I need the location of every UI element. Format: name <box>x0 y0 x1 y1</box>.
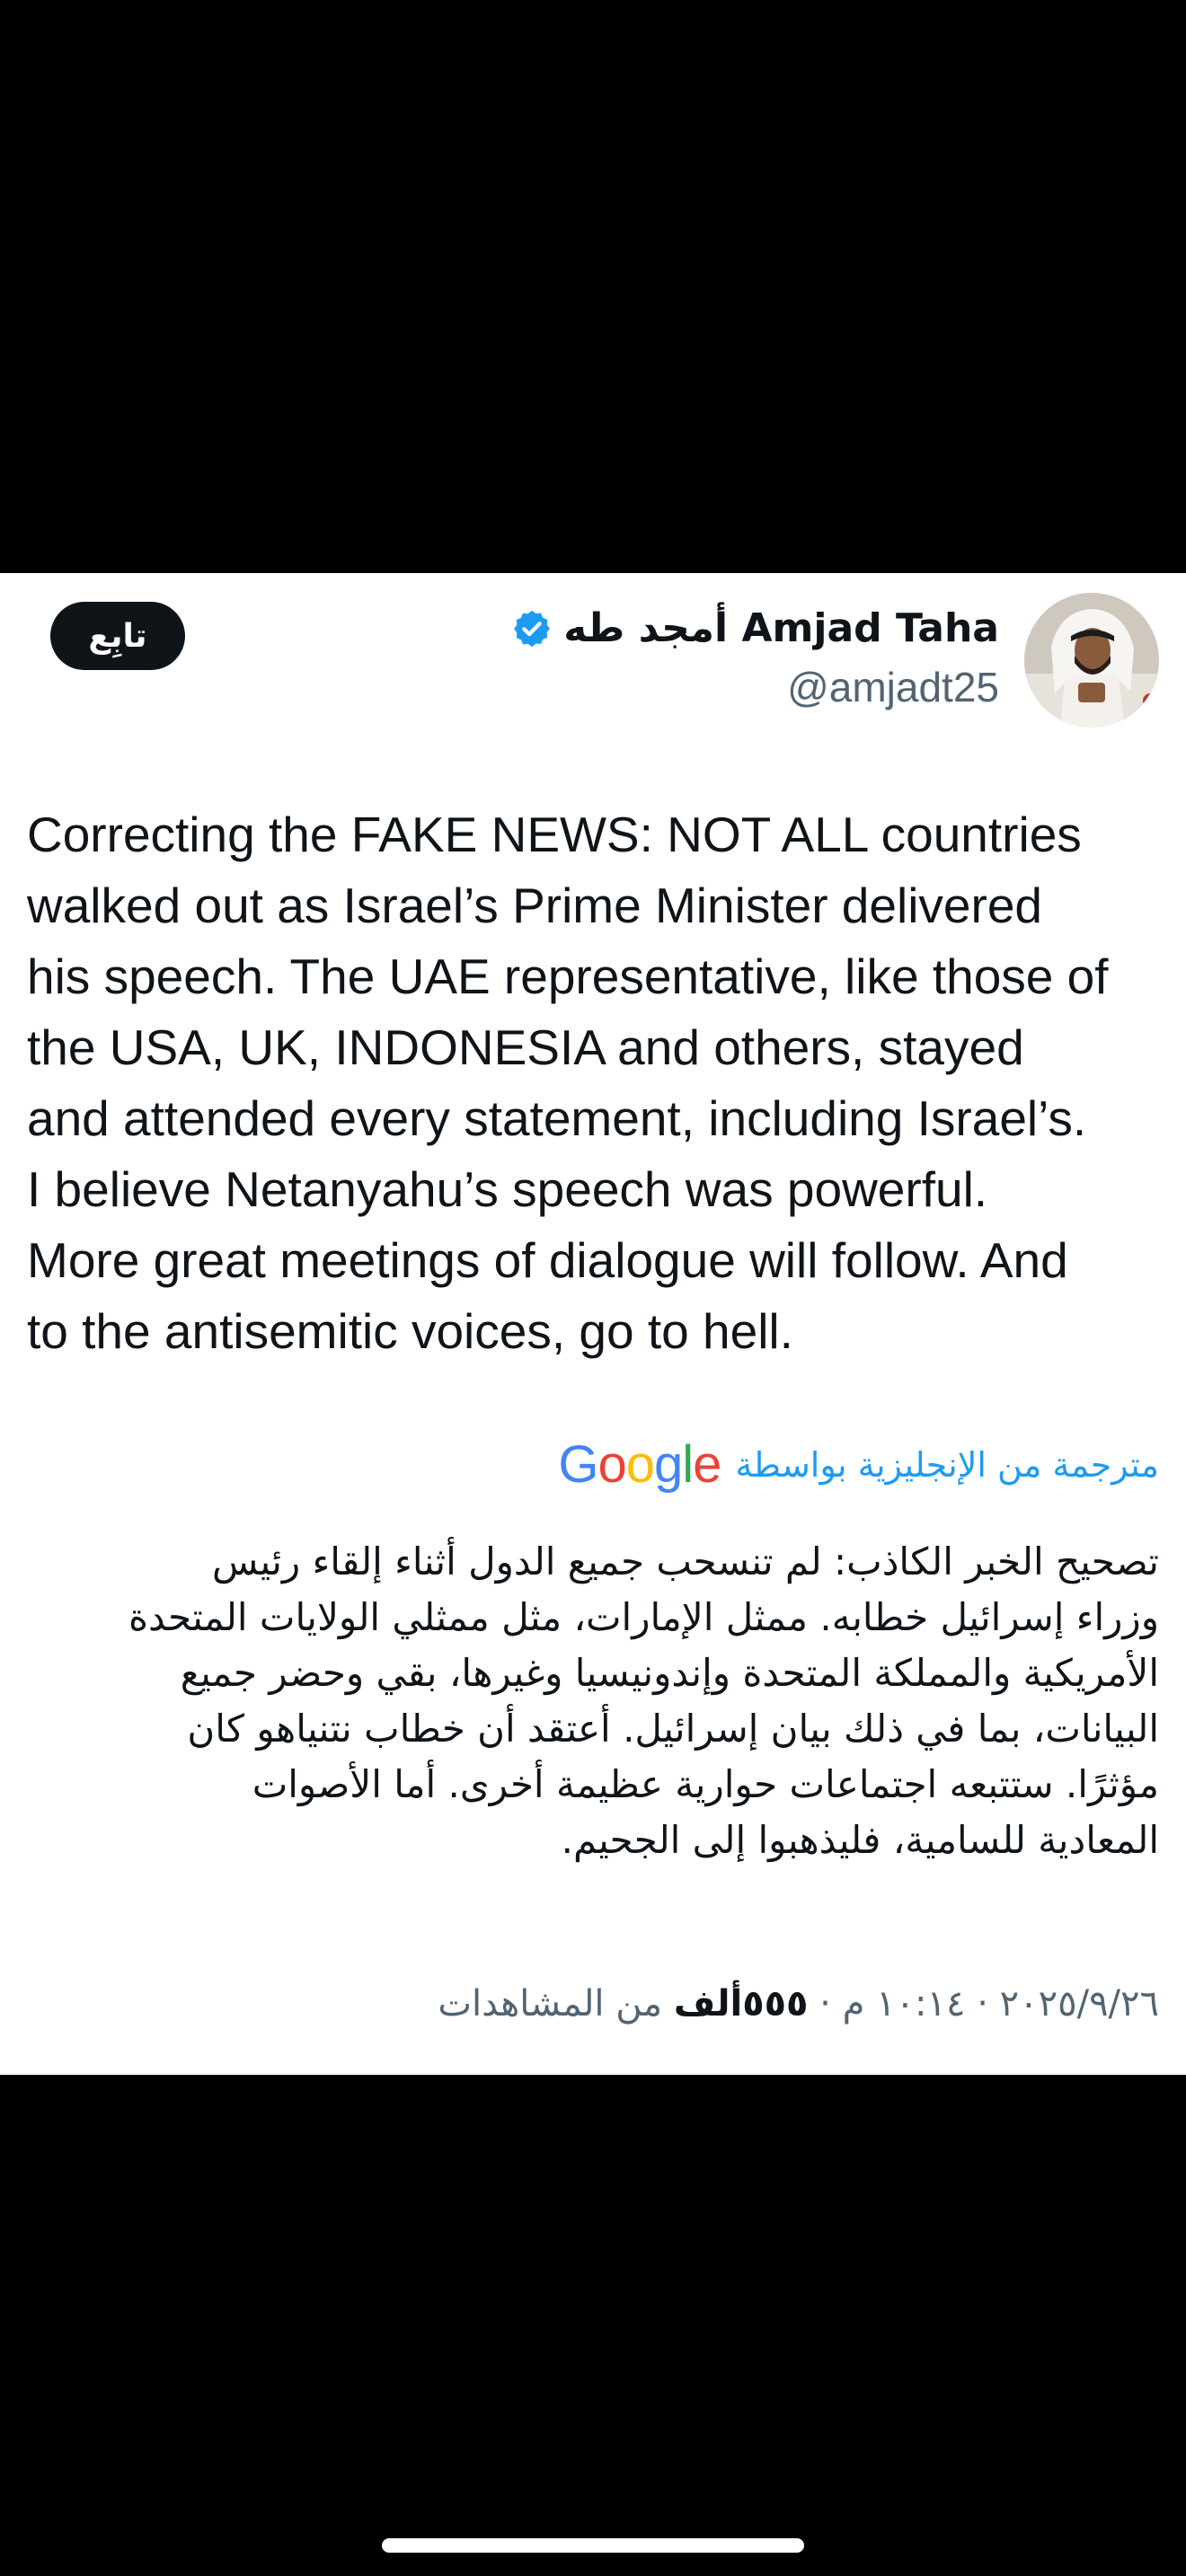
bottom-blank-area <box>0 2075 1186 2576</box>
meta-separator: · <box>819 1983 831 2025</box>
translated-text-line: تصحيح الخبر الكاذب: لم تنسحب جميع الدول … <box>212 1539 1159 1584</box>
tweet-text-line: to the antisemitic voices, go to hell. <box>27 1303 793 1359</box>
tweet-text-line: the USA, UK, INDONESIA and others, staye… <box>27 1019 1024 1075</box>
translated-text: تصحيح الخبر الكاذب: لم تنسحب جميع الدول … <box>27 1534 1159 1868</box>
author-display-name[interactable]: أمجد طه Amjad Taha <box>563 605 999 651</box>
home-indicator[interactable] <box>382 2538 804 2553</box>
follow-button[interactable]: تابِع <box>50 602 185 670</box>
views-count: ٥٥٥ألف <box>673 1983 809 2025</box>
author-name-row[interactable]: أمجد طه Amjad Taha <box>511 605 999 651</box>
avatar[interactable] <box>1024 593 1159 728</box>
translated-text-line: الأمريكية والمملكة المتحدة وإندونيسيا وغ… <box>180 1651 1159 1695</box>
translated-text-line: البيانات، بما في ذلك بيان إسرائيل. أعتقد… <box>187 1707 1159 1751</box>
translation-attribution[interactable]: Google مترجمة من الإنجليزية بواسطة <box>558 1439 1159 1491</box>
verified-badge-icon <box>514 610 551 647</box>
views-label: من المشاهدات <box>438 1983 663 2025</box>
translated-text-line: وزراء إسرائيل خطابه. ممثل الإمارات، مثل … <box>128 1595 1159 1639</box>
meta-separator: · <box>977 1983 988 2025</box>
tweet-text-line: his speech. The UAE representative, like… <box>27 948 1109 1004</box>
translated-by-label[interactable]: مترجمة من الإنجليزية بواسطة <box>735 1445 1159 1485</box>
tweet-text-line: I believe Netanyahu’s speech was powerfu… <box>27 1161 988 1217</box>
tweet-date[interactable]: ٢٠٢٥/٩/٢٦ <box>1000 1983 1159 2025</box>
translated-text-line: مؤثرًا. ستتبعه اجتماعات حوارية عظيمة أخر… <box>252 1762 1159 1806</box>
tweet-text-line: and attended every statement, including … <box>27 1090 1087 1146</box>
tweet-meta: ٢٠٢٥/٩/٢٦ · ١٠:١٤ م · ٥٥٥ألف من المشاهدا… <box>438 1983 1159 2025</box>
top-blank-area <box>0 0 1186 573</box>
tweet-time[interactable]: ١٠:١٤ م <box>843 1983 966 2025</box>
tweet-text-line: More great meetings of dialogue will fol… <box>27 1232 1068 1288</box>
tweet-text: Correcting the FAKE NEWS: NOT ALL countr… <box>27 799 1168 1367</box>
author-handle[interactable]: @amjadt25 <box>787 663 999 711</box>
tweet-text-line: walked out as Israel’s Prime Minister de… <box>27 878 1042 933</box>
tweet-text-line: Correcting the FAKE NEWS: NOT ALL countr… <box>27 807 1082 862</box>
google-logo: Google <box>558 1435 721 1494</box>
tweet-card: أمجد طه Amjad Taha @amjadt25 تابِع Corre… <box>0 573 1186 2075</box>
translated-text-line: المعادية للسامية، فليذهبوا إلى الجحيم. <box>561 1818 1159 1862</box>
